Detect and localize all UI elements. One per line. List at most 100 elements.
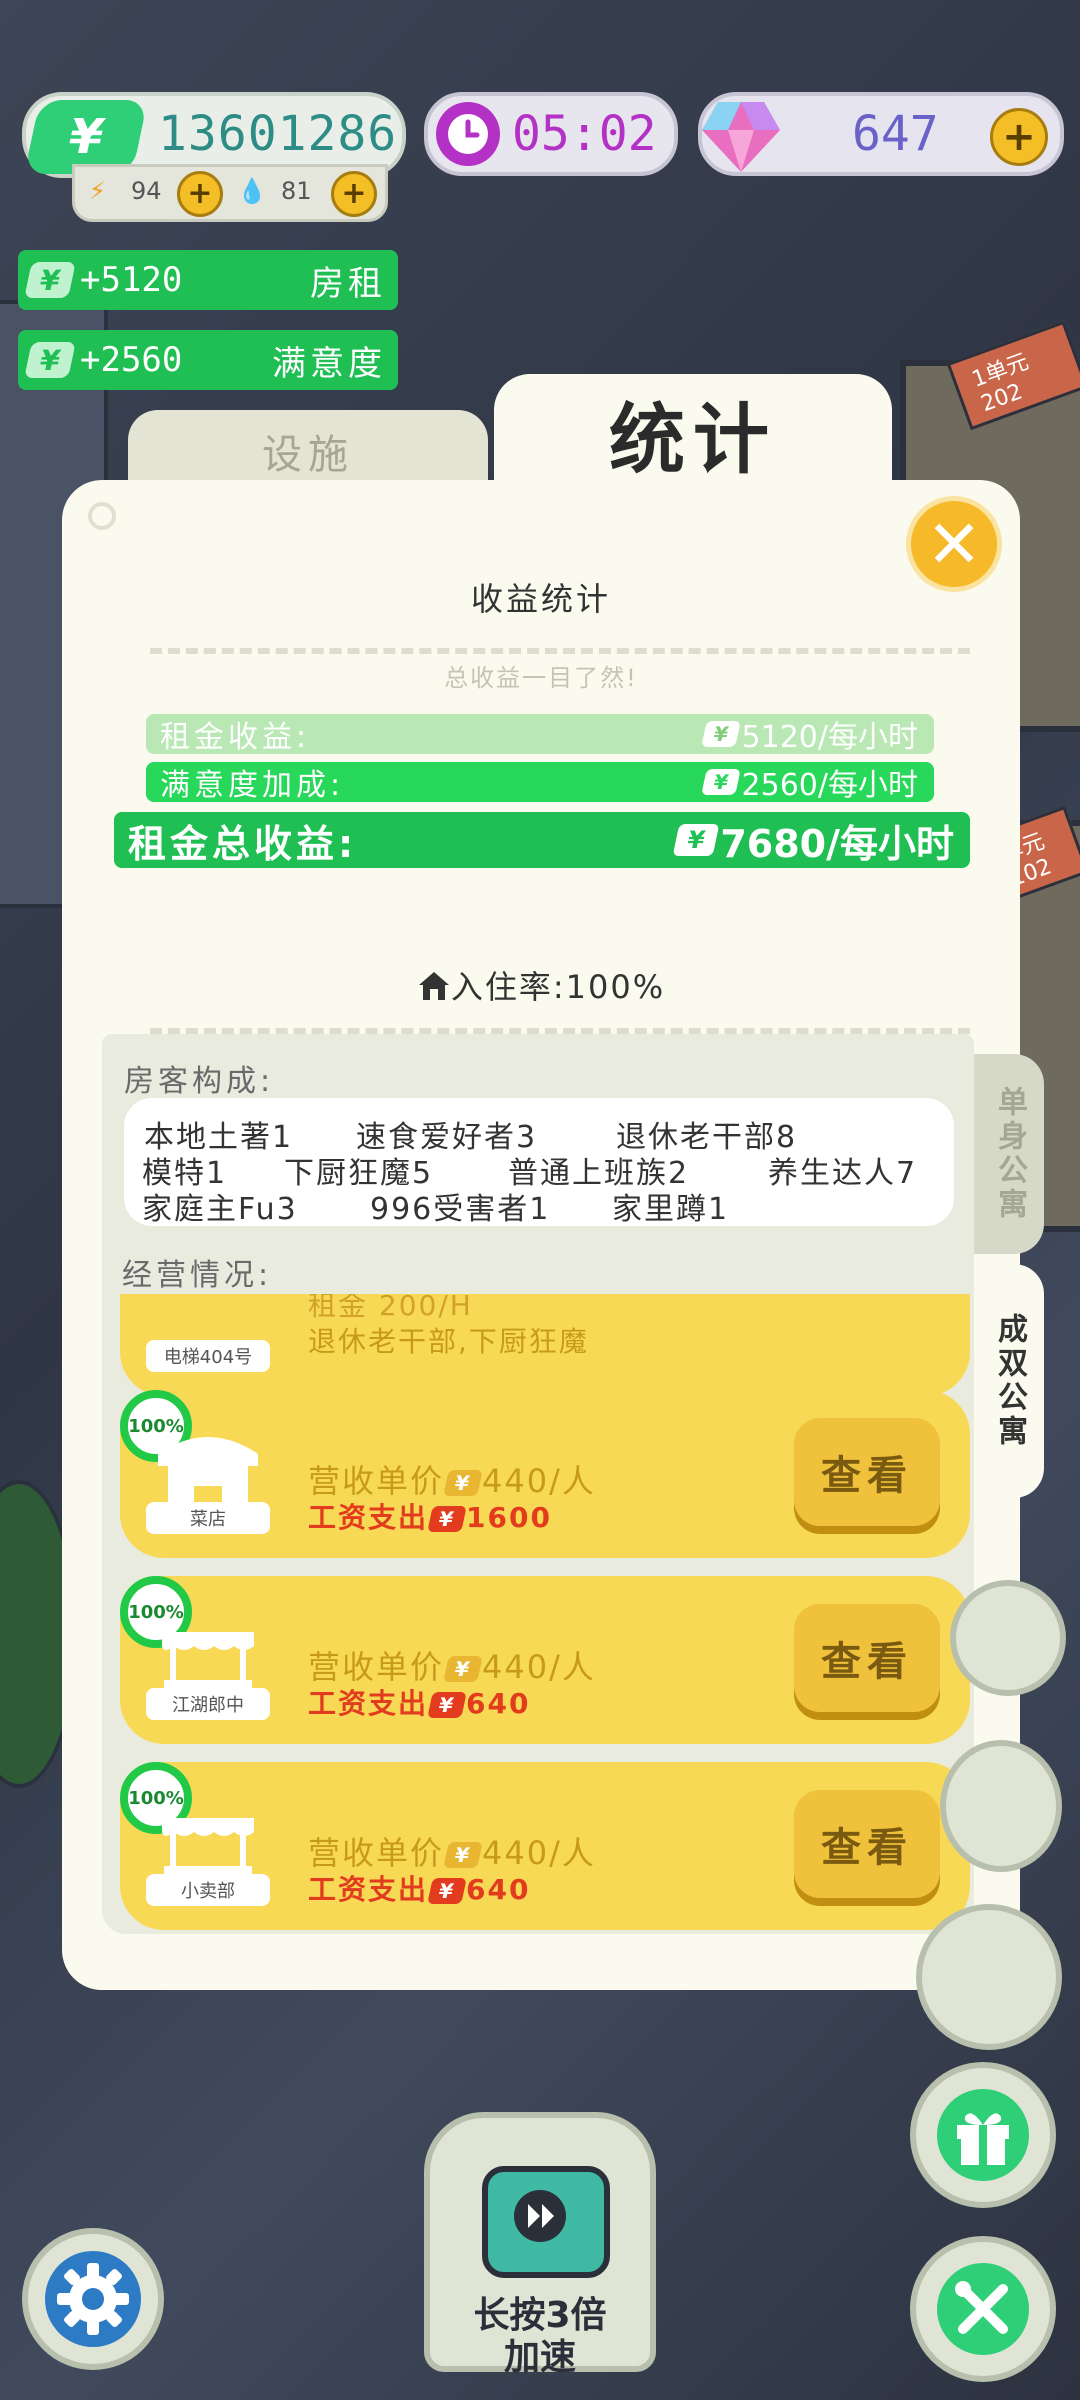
gem-value: 647 bbox=[852, 106, 939, 162]
yen-icon: ¥ bbox=[427, 1692, 467, 1718]
shop-name: 江湖郎中 bbox=[146, 1688, 270, 1720]
row-label: 租金总收益: bbox=[128, 821, 358, 866]
gift-button[interactable] bbox=[910, 2062, 1056, 2208]
revenue-price-value: 440/人 bbox=[482, 1462, 596, 1500]
water-drop-icon: 💧 bbox=[237, 177, 267, 205]
revenue-price-value: 440/人 bbox=[482, 1648, 596, 1686]
guest-tag: 家庭主Fu3 bbox=[142, 1192, 298, 1227]
resource-bar: ⚡ 94 + 💧 81 + bbox=[72, 164, 388, 222]
yen-icon: ¥ bbox=[427, 1878, 467, 1904]
lightning-icon: ⚡ bbox=[89, 177, 106, 205]
guest-tag: 养生达人7 bbox=[768, 1156, 918, 1191]
business-status-title: 经营情况: bbox=[122, 1258, 273, 1293]
water-plus-button[interactable]: + bbox=[331, 171, 377, 217]
tools-button[interactable] bbox=[910, 2236, 1056, 2382]
yen-icon: ¥ bbox=[427, 1506, 467, 1532]
yen-icon: ¥ bbox=[24, 342, 76, 378]
gem-display: 647 + bbox=[698, 92, 1064, 176]
row-value: 7680/每小时 bbox=[720, 821, 954, 866]
gem-icon bbox=[702, 102, 780, 172]
yen-icon: ¥ bbox=[700, 721, 741, 747]
rent-income-amount: +5120 bbox=[80, 260, 183, 300]
rent-income-badge: ¥ +5120 房租 bbox=[18, 250, 398, 310]
occupancy-text: 入住率:100% bbox=[450, 968, 666, 1006]
tab-double-apartment[interactable]: 成双公寓 bbox=[974, 1264, 1044, 1498]
business-card: 100% 江湖郎中 营收单价 ¥440/人 工资支出 ¥640 查看 bbox=[120, 1576, 970, 1744]
wage-expense: 工资支出 ¥1600 bbox=[308, 1496, 552, 1536]
guest-tag: 996受害者1 bbox=[370, 1192, 551, 1227]
disabled-icon bbox=[88, 502, 116, 530]
tab-single-apartment[interactable]: 单身公寓 bbox=[974, 1054, 1044, 1254]
yen-icon: ¥ bbox=[672, 824, 720, 856]
row-label: 满意度加成: bbox=[160, 768, 345, 803]
wage-expense-label: 工资支出 bbox=[308, 1501, 429, 1534]
guest-composition-box: 本地土著1 速食爱好者3 退休老干部8 模特1 下厨狂魔5 普通上班族2 养生达… bbox=[124, 1098, 954, 1227]
wage-expense-value: 1600 bbox=[466, 1501, 552, 1534]
rent-income-label: 房租 bbox=[310, 263, 386, 304]
business-card-partial: 电梯404号 租金 200/H 退休老干部,下厨狂魔 bbox=[120, 1294, 970, 1396]
panel-title: 收益统计 bbox=[470, 580, 611, 618]
divider bbox=[150, 648, 970, 654]
house-icon bbox=[418, 972, 449, 1000]
guest-composition-title: 房客构成: bbox=[124, 1064, 275, 1099]
yen-icon: ¥ bbox=[24, 262, 76, 298]
close-icon: ✕ bbox=[926, 505, 982, 583]
business-list[interactable]: 电梯404号 租金 200/H 退休老干部,下厨狂魔 100% 菜店 营收单价 ¥… bbox=[102, 1294, 974, 1934]
tools-icon bbox=[937, 2263, 1029, 2355]
shop-name: 菜店 bbox=[146, 1502, 270, 1534]
tab-statistics[interactable]: 统计 bbox=[494, 374, 892, 514]
shop-name: 小卖部 bbox=[146, 1874, 270, 1906]
settings-button[interactable] bbox=[22, 2228, 164, 2370]
money-value: 13601286 bbox=[158, 106, 398, 162]
wage-expense-label: 工资支出 bbox=[308, 1873, 429, 1906]
revenue-price-value: 440/人 bbox=[482, 1834, 596, 1872]
shop-name: 电梯404号 bbox=[146, 1340, 270, 1372]
side-button[interactable] bbox=[916, 1904, 1062, 2050]
yen-icon: ¥ bbox=[443, 1470, 483, 1496]
gift-icon bbox=[937, 2089, 1029, 2181]
yen-icon: ¥ bbox=[700, 769, 741, 795]
speed-up-button[interactable]: 长按3倍 加速 bbox=[424, 2112, 656, 2378]
satisfaction-income-label: 满意度 bbox=[272, 343, 386, 384]
revenue-price-label: 营收单价 bbox=[308, 1462, 445, 1500]
tv-fastforward-icon bbox=[482, 2166, 610, 2278]
satisfaction-income-amount: +2560 bbox=[80, 340, 183, 380]
energy-value: 94 bbox=[131, 177, 162, 205]
side-button[interactable] bbox=[950, 1580, 1066, 1696]
gem-plus-button[interactable]: + bbox=[990, 108, 1048, 166]
panel-subtitle: 总收益一目了然! bbox=[444, 664, 638, 692]
wage-expense-value: 640 bbox=[466, 1873, 531, 1906]
total-rent-row: 租金总收益: ¥7680/每小时 bbox=[114, 812, 970, 868]
wage-expense: 工资支出 ¥640 bbox=[308, 1868, 530, 1908]
occupancy-rate: 入住率:100% bbox=[62, 962, 1020, 1008]
satisfaction-income-badge: ¥ +2560 满意度 bbox=[18, 330, 398, 390]
timer-value: 05:02 bbox=[512, 106, 657, 162]
wage-expense-label: 工资支出 bbox=[308, 1687, 429, 1720]
yen-icon: ¥ bbox=[443, 1842, 483, 1868]
yen-icon: ¥ bbox=[24, 100, 148, 174]
business-card: 100% 小卖部 营收单价 ¥440/人 工资支出 ¥640 查看 bbox=[120, 1762, 970, 1930]
guest-tag: 家里蹲1 bbox=[612, 1192, 730, 1227]
view-button[interactable]: 查看 bbox=[794, 1604, 940, 1712]
yen-icon: ¥ bbox=[443, 1656, 483, 1682]
energy-plus-button[interactable]: + bbox=[177, 171, 223, 217]
row-value: 2560/每小时 bbox=[741, 768, 918, 803]
satisfaction-bonus-row: 满意度加成: ¥2560/每小时 bbox=[146, 762, 934, 803]
partial-card-tenants: 退休老干部,下厨狂魔 bbox=[308, 1325, 589, 1358]
settings-gear-icon bbox=[45, 2251, 141, 2347]
rent-income-row: 租金收益: ¥5120/每小时 bbox=[146, 714, 934, 755]
wage-expense: 工资支出 ¥640 bbox=[308, 1682, 530, 1722]
row-value: 5120/每小时 bbox=[741, 720, 918, 755]
view-button[interactable]: 查看 bbox=[794, 1418, 940, 1526]
timer-display: 05:02 bbox=[424, 92, 678, 176]
row-label: 租金收益: bbox=[160, 720, 311, 755]
speed-up-line2: 加速 bbox=[503, 2337, 576, 2378]
wage-expense-value: 640 bbox=[466, 1687, 531, 1720]
clock-icon bbox=[436, 102, 500, 166]
water-value: 81 bbox=[281, 177, 312, 205]
revenue-price-label: 营收单价 bbox=[308, 1834, 445, 1872]
view-button[interactable]: 查看 bbox=[794, 1790, 940, 1898]
revenue-price-label: 营收单价 bbox=[308, 1648, 445, 1686]
side-button[interactable] bbox=[940, 1740, 1062, 1872]
business-card: 100% 菜店 营收单价 ¥440/人 工资支出 ¥1600 查看 bbox=[120, 1390, 970, 1558]
